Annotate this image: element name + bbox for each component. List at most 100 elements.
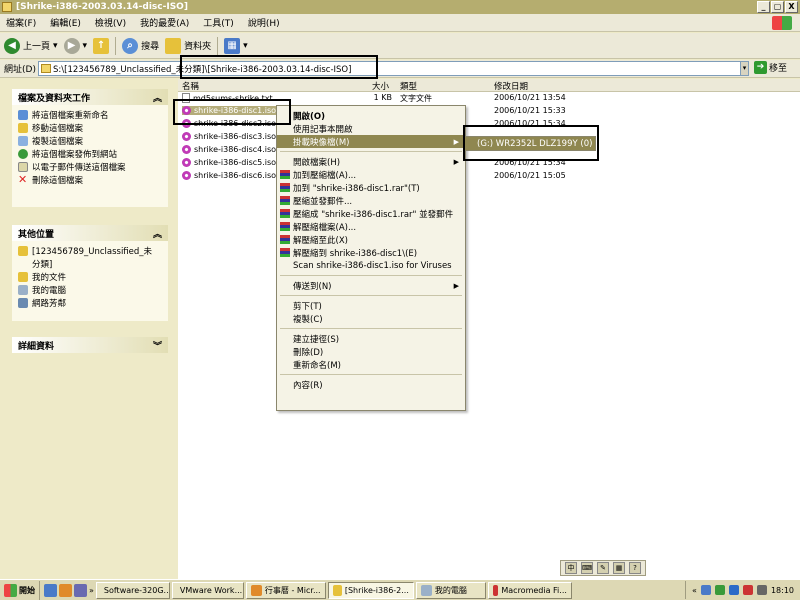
go-button[interactable]: ➔ 移至 [754,61,787,74]
ie-icon[interactable] [44,583,57,597]
context-menu-item[interactable]: 建立捷徑(S) [277,332,465,345]
taskbar-button[interactable]: 我的電腦 [415,581,486,599]
outlook-icon[interactable] [59,583,72,597]
context-menu-item[interactable]: 內容(R) [277,378,465,391]
file-tasks-header[interactable]: 檔案及資料夾工作 ︽ [12,89,168,105]
taskbar-button[interactable]: VMware Work... [171,581,244,599]
context-menu-item[interactable]: 傳送到(N) ▶ [277,279,465,292]
context-menu-label: 加到 "shrike-i386-disc1.rar"(T) [293,183,420,194]
chevron-down-icon[interactable]: ▾ [53,41,58,51]
place-my-computer[interactable]: 我的電腦 [18,284,162,297]
context-menu-item[interactable]: 加到 "shrike-i386-disc1.rar"(T) [277,181,465,194]
minimize-button[interactable]: _ [757,1,770,13]
menu-view[interactable]: 檢視(V) [95,16,126,29]
place-parent-folder-cont[interactable]: 分類] [18,258,162,271]
column-size[interactable]: 大小 [372,80,389,92]
winrar-icon [280,196,290,205]
column-date[interactable]: 修改日期 [494,80,528,92]
search-button[interactable]: ⌕ 搜尋 [122,37,159,54]
menu-file[interactable]: 檔案(F) [6,16,36,29]
place-network[interactable]: 網路芳鄰 [18,297,162,310]
task-delete[interactable]: ✕ 刪除這個檔案 [18,174,162,187]
other-places-header[interactable]: 其他位置 ︽ [12,225,168,241]
selected-file-highlight-box [173,99,291,125]
task-move[interactable]: 移動這個檔案 [18,122,162,135]
place-my-documents[interactable]: 我的文件 [18,271,162,284]
context-menu-item[interactable]: 剪下(T) [277,299,465,312]
pad-icon[interactable]: ▦ [613,562,625,574]
context-menu-label: 解壓縮到 shrike-i386-disc1\(E) [293,248,418,259]
folders-label: 資料夾 [184,42,212,52]
context-menu-item[interactable]: 壓縮並發郵件... [277,194,465,207]
column-name[interactable]: 名稱 [182,80,199,92]
back-button[interactable]: ◀ 上一頁 ▾ [4,37,58,54]
context-menu-item[interactable]: 解壓縮至此(X) [277,233,465,246]
tray-chevron-icon[interactable]: « [692,586,697,595]
tray-icon[interactable] [714,585,725,595]
tray-icon[interactable] [728,585,739,595]
place-parent-folder[interactable]: [123456789_Unclassified_未 [18,245,162,258]
move-icon [18,123,28,133]
taskbar-button[interactable]: Software-320G... [95,581,170,599]
file-name-cell[interactable]: shrike-i386-disc6.iso [182,171,276,180]
folders-button[interactable]: 資料夾 [165,37,212,54]
context-menu-item[interactable]: 開啟檔案(H) ▶ [277,155,465,168]
taskbar-button[interactable]: [Shrike-i386-2... [327,581,414,599]
keyboard-icon[interactable]: ⌨ [581,562,593,574]
file-name-cell[interactable]: shrike-i386-disc4.iso [182,145,276,154]
task-email[interactable]: 以電子郵件傳送這個檔案 [18,161,162,174]
collapse-icon[interactable]: ︽ [153,227,162,240]
network-icon [18,298,28,308]
windows-logo-icon [4,583,17,597]
start-button[interactable]: 開始 [0,580,40,600]
clock[interactable]: 18:10 [771,586,794,595]
context-menu-item[interactable]: 刪除(D) [277,345,465,358]
close-button[interactable]: X [785,1,798,13]
menu-tools[interactable]: 工具(T) [203,16,234,29]
task-rename[interactable]: 將這個檔案重新命名 [18,109,162,122]
details-header[interactable]: 詳細資料 ︾ [12,337,168,353]
chevron-down-icon[interactable]: ▾ [83,41,88,51]
expand-icon[interactable]: ︾ [153,339,162,352]
task-copy[interactable]: 複製這個檔案 [18,135,162,148]
chevron-down-icon[interactable]: ▾ [243,41,248,51]
taskbar-button[interactable]: 行事曆 - Micr... [245,581,326,599]
collapse-icon[interactable]: ︽ [153,91,162,104]
up-button[interactable]: ↑ [93,37,110,54]
context-menu-item[interactable]: 掛載映像檔(M) ▶ [277,135,465,148]
context-menu-item[interactable]: 解壓縮到 shrike-i386-disc1\(E) [277,246,465,259]
submenu-arrow-icon: ▶ [453,137,459,146]
tray-icon[interactable] [742,585,753,595]
menu-favorites[interactable]: 我的最愛(A) [140,16,189,29]
help-icon[interactable]: ? [629,562,641,574]
tool-icon[interactable]: ✎ [597,562,609,574]
tray-icon[interactable] [700,585,711,595]
file-row[interactable]: shrike-i386-disc6.iso 2006/10/21 15:05 [178,171,800,184]
desktop-icon[interactable] [74,583,87,597]
tray-icon[interactable] [756,585,767,595]
context-menu-item[interactable]: 重新命名(M) [277,358,465,371]
input-method-icon[interactable]: 中 [565,562,577,574]
address-input[interactable]: S:\[123456789_Unclassified_未分類]\[Shrike-… [38,61,748,76]
start-label: 開始 [19,585,35,595]
forward-button[interactable]: ▶ ▾ [63,37,88,54]
address-dropdown-button[interactable]: ▾ [740,61,749,76]
context-menu-item[interactable]: 解壓縮檔案(A)... [277,220,465,233]
context-menu-item[interactable]: 使用記事本開啟 [277,122,465,135]
maximize-button[interactable]: ▢ [771,1,784,13]
file-name-cell[interactable]: shrike-i386-disc5.iso [182,158,276,167]
context-menu-item[interactable]: 開啟(O) [277,109,465,122]
task-publish[interactable]: 將這個檔案發佈到網站 [18,148,162,161]
file-name-cell[interactable]: shrike-i386-disc3.iso [182,132,276,141]
views-button[interactable]: ▦ ▾ [224,37,248,54]
column-type[interactable]: 類型 [400,80,417,92]
iso-disc-icon [182,171,191,180]
context-menu-item[interactable]: 加到壓縮檔(A)... [277,168,465,181]
context-menu-item[interactable]: 壓縮成 "shrike-i386-disc1.rar" 並發郵件 [277,207,465,220]
context-menu-item[interactable]: 複製(C) [277,312,465,325]
taskbar-button[interactable]: Macromedia Fi... [487,581,572,599]
menu-help[interactable]: 說明(H) [248,16,280,29]
menu-separator [280,295,462,296]
context-menu-item[interactable]: Scan shrike-i386-disc1.iso for Viruses [277,259,465,272]
menu-edit[interactable]: 編輯(E) [50,16,81,29]
